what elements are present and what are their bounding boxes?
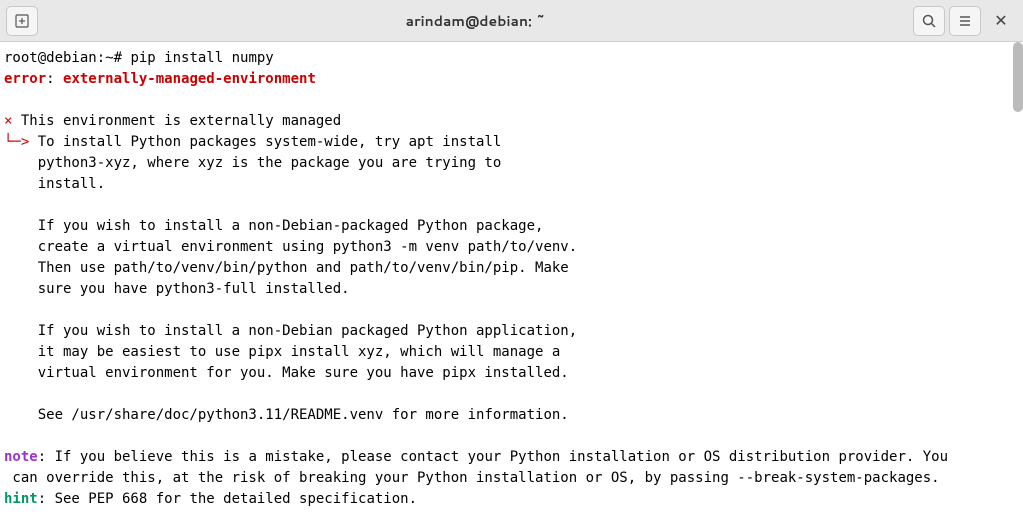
hint-label: hint	[4, 491, 38, 507]
body-line-7: sure you have python3-full installed.	[4, 281, 350, 297]
hint-sep: :	[38, 491, 55, 507]
body-line-1: To install Python packages system-wide, …	[29, 134, 501, 150]
body-line-10: virtual environment for you. Make sure y…	[4, 365, 569, 381]
titlebar: arindam@debian: ~ ✕	[0, 0, 1023, 42]
body-line-8: If you wish to install a non-Debian pack…	[4, 323, 577, 339]
close-button[interactable]: ✕	[985, 6, 1017, 36]
body-line-4: If you wish to install a non-Debian-pack…	[4, 218, 543, 234]
note-label: note	[4, 449, 38, 465]
note-text-1: If you believe this is a mistake, please…	[55, 449, 948, 465]
menu-button[interactable]	[949, 6, 981, 36]
new-tab-button[interactable]	[6, 6, 38, 36]
body-line-11: See /usr/share/doc/python3.11/README.ven…	[4, 407, 569, 423]
note-sep: :	[38, 449, 55, 465]
new-tab-icon	[14, 13, 30, 29]
prompt: root@debian:~#	[4, 50, 130, 66]
body-line-6: Then use path/to/venv/bin/python and pat…	[4, 260, 569, 276]
env-managed-line: This environment is externally managed	[12, 113, 341, 129]
body-line-2: python3-xyz, where xyz is the package yo…	[4, 155, 501, 171]
body-line-3: install.	[4, 176, 105, 192]
scrollbar[interactable]	[1013, 42, 1023, 112]
body-line-5: create a virtual environment using pytho…	[4, 239, 577, 255]
note-text-2: can override this, at the risk of breaki…	[4, 470, 940, 486]
search-button[interactable]	[913, 6, 945, 36]
terminal-output[interactable]: root@debian:~# pip install numpy error: …	[0, 42, 1023, 515]
error-message: externally-managed-environment	[63, 71, 316, 87]
search-icon	[921, 13, 937, 29]
close-icon: ✕	[994, 9, 1007, 32]
command-text: pip install numpy	[130, 50, 273, 66]
error-label: error	[4, 71, 46, 87]
hint-text: See PEP 668 for the detailed specificati…	[55, 491, 417, 507]
titlebar-left	[6, 6, 38, 36]
body-line-9: it may be easiest to use pipx install xy…	[4, 344, 560, 360]
arrow-mark: └─>	[4, 134, 29, 150]
window-title: arindam@debian: ~	[38, 11, 913, 31]
hamburger-icon	[957, 13, 973, 29]
titlebar-right: ✕	[913, 6, 1017, 36]
error-sep: :	[46, 71, 63, 87]
